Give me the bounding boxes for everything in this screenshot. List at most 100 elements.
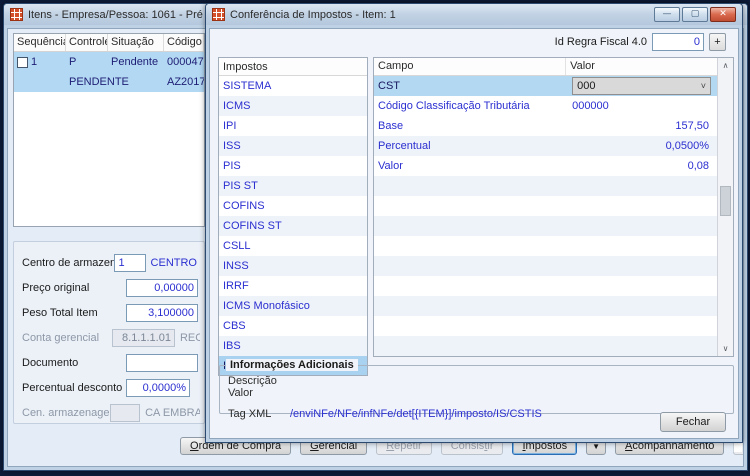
list-item-csll[interactable]: CSLL — [219, 236, 367, 256]
descricao-valor-row: Descrição Valor — [228, 375, 733, 399]
items-table: Sequência Controle Situação Código Mater… — [13, 33, 205, 227]
descricao-valor-label: Descrição Valor — [228, 375, 290, 399]
table-empty-row — [374, 356, 717, 357]
app-icon — [10, 8, 23, 21]
campo-valor-header: Campo Valor — [374, 58, 717, 76]
vertical-scrollbar[interactable]: ∧ ∨ — [717, 58, 733, 356]
form-row-centro-armazenagem: Centro de armazenagem 1 CENTRO 1 — [14, 250, 204, 275]
list-item-pis[interactable]: PIS — [219, 156, 367, 176]
id-regra-fiscal-input[interactable]: 0 — [652, 33, 704, 51]
cell-status: PENDENTE — [66, 76, 164, 88]
conta-gerencial-input: 8.1.1.1.01 — [112, 329, 175, 347]
preco-original-input[interactable]: 0,00000 — [126, 279, 198, 297]
field-label: Centro de armazenagem — [22, 257, 114, 269]
scroll-up-icon[interactable]: ∧ — [718, 58, 733, 73]
campo-valor-table: Campo Valor CST 000 ˅ Código Classificaç… — [373, 57, 734, 357]
field-label: Peso Total Item — [22, 307, 126, 319]
list-item-sistema[interactable]: SISTEMA — [219, 76, 367, 96]
cell-codigo-desc: AZ2017 - MATE — [164, 76, 204, 88]
impostos-list: Impostos SISTEMA ICMS IPI ISS PIS PIS ST… — [218, 57, 368, 376]
list-item-cbs[interactable]: CBS — [219, 316, 367, 336]
table-empty-row — [374, 316, 717, 336]
minimize-button[interactable]: — — [654, 7, 680, 22]
peso-total-input[interactable]: 3,100000 — [126, 304, 198, 322]
form-row-documento: Documento — [14, 350, 204, 375]
id-regra-fiscal-row: Id Regra Fiscal 4.0 0 + — [555, 33, 726, 51]
cell-controle: P — [66, 56, 108, 68]
field-label: Conta gerencial — [22, 332, 112, 344]
form-row-percentual-desconto: Percentual desconto 0,0000% — [14, 375, 204, 400]
form-row-conta-gerencial: Conta gerencial 8.1.1.1.01 REC — [14, 325, 204, 350]
dialog-titlebar[interactable]: Conferência de Impostos - Item: 1 — ▢ ✕ — [206, 4, 742, 25]
table-empty-row — [374, 216, 717, 236]
row-percentual[interactable]: Percentual 0,0500% — [374, 136, 717, 156]
table-row-line2[interactable]: PENDENTE AZ2017 - MATE — [14, 72, 204, 92]
table-empty-row — [374, 276, 717, 296]
column-header-sequencia[interactable]: Sequência — [14, 34, 66, 51]
cst-dropdown[interactable]: 000 ˅ — [572, 77, 711, 95]
row-codigo-classificacao[interactable]: Código Classificação Tributária 000000 — [374, 96, 717, 116]
column-header-situacao[interactable]: Situação — [108, 34, 164, 51]
table-row[interactable]: 1 P Pendente 000047 — [14, 52, 204, 72]
table-empty-row — [374, 256, 717, 276]
table-empty-row — [374, 236, 717, 256]
field-label: Preço original — [22, 282, 126, 294]
cen-armazenagem-transf-input — [110, 404, 140, 422]
add-regra-button[interactable]: + — [709, 33, 726, 51]
groupbox-title: Informações Adicionais — [226, 359, 358, 371]
form-row-preco-original: Preço original 0,00000 — [14, 275, 204, 300]
conta-gerencial-description: REC — [180, 332, 200, 344]
field-label: Documento — [22, 357, 126, 369]
list-item-cofins[interactable]: COFINS — [219, 196, 367, 216]
id-regra-fiscal-label: Id Regra Fiscal 4.0 — [555, 36, 647, 48]
form-row-cen-armazenagem-transf: Cen. armazenagem transf CA EMBRAN — [14, 400, 204, 425]
column-header-campo[interactable]: Campo — [374, 58, 566, 75]
list-item-ipi[interactable]: IPI — [219, 116, 367, 136]
documento-input[interactable] — [126, 354, 198, 372]
table-empty-row — [374, 336, 717, 356]
row-cst[interactable]: CST 000 ˅ — [374, 76, 717, 96]
list-item-irrf[interactable]: IRRF — [219, 276, 367, 296]
minimize-icon: — — [663, 9, 672, 19]
fechar-button[interactable]: Fechar — [660, 412, 726, 432]
table-empty-row — [374, 296, 717, 316]
close-button[interactable]: ✕ — [710, 7, 736, 22]
tag-xml-row: Tag XML /enviNFe/NFe/infNFe/det[{ITEM}]/… — [228, 408, 733, 420]
centro-armazenagem-input[interactable]: 1 — [114, 254, 145, 272]
column-header-controle[interactable]: Controle — [66, 34, 108, 51]
row-valor[interactable]: Valor 0,08 — [374, 156, 717, 176]
impostos-list-header: Impostos — [219, 58, 367, 76]
cell-sequencia: 1 — [31, 56, 37, 68]
dialog-title: Conferência de Impostos - Item: 1 — [230, 9, 396, 21]
tag-xml-value: /enviNFe/NFe/infNFe/det[{ITEM}]/imposto/… — [290, 408, 542, 420]
cell-codigo: 000047 — [164, 56, 204, 68]
percentual-desconto-input[interactable]: 0,0000% — [126, 379, 190, 397]
informacoes-adicionais-groupbox: Informações Adicionais Descrição Valor T… — [219, 365, 734, 414]
list-item-icms-monofasico[interactable]: ICMS Monofásico — [219, 296, 367, 316]
centro-armazenagem-description: CENTRO 1 — [151, 257, 200, 269]
list-item-iss[interactable]: ISS — [219, 136, 367, 156]
column-header-codigo-material[interactable]: Código Materia — [164, 34, 204, 51]
cen-armazenagem-transf-description: CA EMBRAN — [145, 407, 200, 419]
cell-situacao: Pendente — [108, 56, 164, 68]
list-item-cofins-st[interactable]: COFINS ST — [219, 216, 367, 236]
form-row-peso-total: Peso Total Item 3,100000 — [14, 300, 204, 325]
tag-xml-label: Tag XML — [228, 408, 290, 420]
dialog-client: Id Regra Fiscal 4.0 0 + Impostos SISTEMA… — [209, 28, 739, 439]
maximize-button[interactable]: ▢ — [682, 7, 708, 22]
list-item-inss[interactable]: INSS — [219, 256, 367, 276]
close-icon: ✕ — [719, 9, 727, 19]
list-item-pis-st[interactable]: PIS ST — [219, 176, 367, 196]
maximize-icon: ▢ — [691, 9, 700, 19]
scroll-down-icon[interactable]: ∨ — [718, 341, 733, 356]
list-item-icms[interactable]: ICMS — [219, 96, 367, 116]
row-base[interactable]: Base 157,50 — [374, 116, 717, 136]
column-header-valor[interactable]: Valor — [566, 58, 717, 75]
scrollbar-thumb[interactable] — [720, 186, 731, 216]
field-label: Percentual desconto — [22, 382, 126, 394]
table-empty-row — [374, 196, 717, 216]
list-item-ibs[interactable]: IBS — [219, 336, 367, 356]
row-checkbox[interactable] — [17, 57, 28, 68]
plus-icon: + — [714, 36, 720, 48]
app-icon — [212, 8, 225, 21]
